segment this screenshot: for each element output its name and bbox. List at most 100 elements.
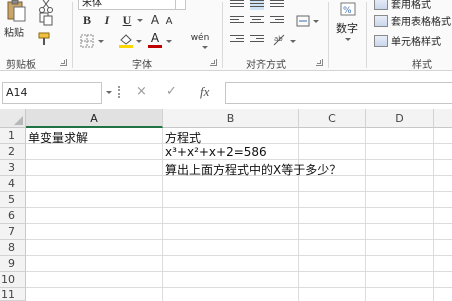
orientation-dropdown-icon[interactable] <box>290 40 296 43</box>
conditional-format-label: 套用格式 <box>391 0 431 11</box>
separator <box>328 2 329 68</box>
gridline <box>26 191 452 192</box>
gridline <box>26 207 452 208</box>
gridline <box>26 239 452 240</box>
gridline <box>365 128 366 301</box>
separator <box>366 2 367 68</box>
formula-bar-resize-handle[interactable] <box>118 86 120 98</box>
row-header[interactable]: 8 <box>0 240 26 256</box>
row-header[interactable]: 3 <box>0 160 26 176</box>
cell-b2[interactable]: x³+x²+x+2=586 <box>165 145 267 159</box>
column-header-b[interactable]: B <box>163 109 299 128</box>
number-label[interactable]: 数字 <box>336 20 358 36</box>
format-as-table-label: 套用表格格式 <box>391 17 451 28</box>
merge-center-icon[interactable] <box>296 14 310 28</box>
alignment-launcher-icon[interactable] <box>316 59 323 66</box>
underline-dropdown-icon[interactable] <box>137 19 143 22</box>
row-header[interactable]: 4 <box>0 176 26 192</box>
cell-b1[interactable]: 方程式 <box>165 129 201 146</box>
row-header[interactable]: 1 <box>0 128 26 144</box>
font-group-label: 字体 <box>132 60 152 71</box>
gridline <box>26 143 452 144</box>
worksheet-grid: A B C D 1 2 3 4 5 6 7 8 9 10 11 单变量求解 方程… <box>0 109 452 301</box>
phonetic-dropdown-icon[interactable] <box>202 46 208 49</box>
format-as-table-button[interactable]: 套用表格格式 <box>374 13 451 28</box>
column-header-a[interactable]: A <box>26 109 163 128</box>
svg-text:%: % <box>343 6 352 16</box>
italic-button[interactable]: I <box>100 12 114 28</box>
font-color-swatch <box>148 45 162 48</box>
middle-align-icon[interactable] <box>250 0 264 10</box>
cell-styles-label: 单元格样式 <box>391 37 441 48</box>
name-box[interactable]: A14 <box>2 82 102 104</box>
column-header-e[interactable] <box>434 109 452 128</box>
bottom-align-icon[interactable] <box>270 0 284 10</box>
font-name-dropdown[interactable] <box>175 0 186 10</box>
underline-button[interactable]: U <box>120 12 134 28</box>
font-name-field[interactable]: 宋体 <box>78 0 186 10</box>
excel-window: 粘贴 剪贴板 宋体 B I U A A A wén 字体 ab 对齐方式 % 数… <box>0 0 452 301</box>
separator <box>72 2 73 68</box>
decrease-indent-icon[interactable] <box>230 35 244 45</box>
alignment-group-label: 对齐方式 <box>246 60 286 71</box>
fill-color-icon[interactable] <box>118 32 134 48</box>
align-right-icon[interactable] <box>270 16 284 26</box>
ribbon: 粘贴 剪贴板 宋体 B I U A A A wén 字体 ab 对齐方式 % 数… <box>0 0 452 71</box>
svg-text:ab: ab <box>274 35 283 43</box>
cell-styles-button[interactable]: 单元格样式 <box>374 33 441 48</box>
orientation-icon[interactable]: ab <box>272 33 286 47</box>
enter-icon[interactable]: ✓ <box>166 84 177 99</box>
cancel-icon[interactable]: × <box>136 84 147 99</box>
separator <box>222 2 223 68</box>
gridline <box>26 255 452 256</box>
insert-function-icon[interactable]: fx <box>200 84 209 100</box>
column-header-c[interactable]: C <box>299 109 366 128</box>
gridline <box>26 159 452 160</box>
row-header[interactable]: 2 <box>0 144 26 160</box>
number-format-icon[interactable]: % <box>340 2 356 16</box>
row-header[interactable]: 5 <box>0 192 26 208</box>
row-header[interactable]: 6 <box>0 208 26 224</box>
gridline <box>162 128 163 301</box>
formula-bar: A14 × ✓ fx <box>0 71 452 109</box>
font-size-decrease-button[interactable]: A <box>163 14 175 28</box>
font-size-increase-button[interactable]: A <box>148 12 162 28</box>
conditional-format-icon <box>374 0 388 10</box>
format-as-table-icon <box>374 14 388 27</box>
increase-indent-icon[interactable] <box>250 35 264 45</box>
name-box-dropdown-icon[interactable] <box>106 91 112 94</box>
top-align-icon[interactable] <box>230 0 244 10</box>
merge-dropdown-icon[interactable] <box>313 20 319 23</box>
clipboard-launcher-icon[interactable] <box>60 59 67 66</box>
paste-icon <box>7 0 26 22</box>
format-painter-icon[interactable] <box>38 32 54 46</box>
bold-button[interactable]: B <box>80 12 94 28</box>
select-all-button[interactable] <box>0 109 26 128</box>
row-header[interactable]: 7 <box>0 224 26 240</box>
borders-icon[interactable] <box>80 34 94 48</box>
formula-input[interactable] <box>225 82 452 104</box>
gridline <box>26 287 452 288</box>
font-color-dropdown-icon[interactable] <box>166 40 172 43</box>
align-left-icon[interactable] <box>230 16 244 26</box>
number-dropdown-icon[interactable] <box>345 38 351 41</box>
cell-b3[interactable]: 算出上面方程式中的X等于多少？ <box>165 161 341 178</box>
gridline <box>298 128 299 301</box>
cell-styles-icon <box>374 34 388 47</box>
font-launcher-icon[interactable] <box>210 59 217 66</box>
align-center-icon[interactable] <box>250 16 264 26</box>
borders-dropdown-icon[interactable] <box>98 40 104 43</box>
conditional-format-button[interactable]: 套用格式 <box>374 0 431 11</box>
row-header[interactable]: 9 <box>0 256 26 272</box>
fill-color-dropdown-icon[interactable] <box>136 40 142 43</box>
row-header[interactable]: 11 <box>0 288 26 301</box>
column-header-d[interactable]: D <box>366 109 434 128</box>
gridline <box>26 223 452 224</box>
font-color-button[interactable]: A <box>148 31 162 45</box>
styles-group-label: 样式 <box>412 60 432 71</box>
phonetic-button[interactable]: wén <box>188 31 212 45</box>
cell-a1[interactable]: 单变量求解 <box>28 129 88 146</box>
row-header[interactable]: 10 <box>0 272 26 288</box>
clipboard-group-label: 剪贴板 <box>6 60 36 71</box>
copy-icon[interactable] <box>38 12 54 26</box>
